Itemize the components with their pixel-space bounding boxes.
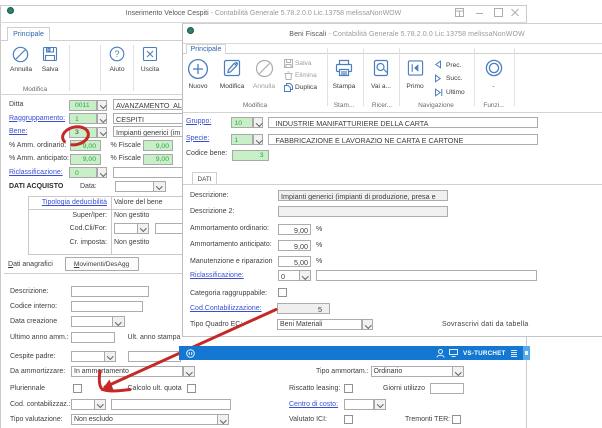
svg-text:?: ?	[114, 49, 119, 59]
